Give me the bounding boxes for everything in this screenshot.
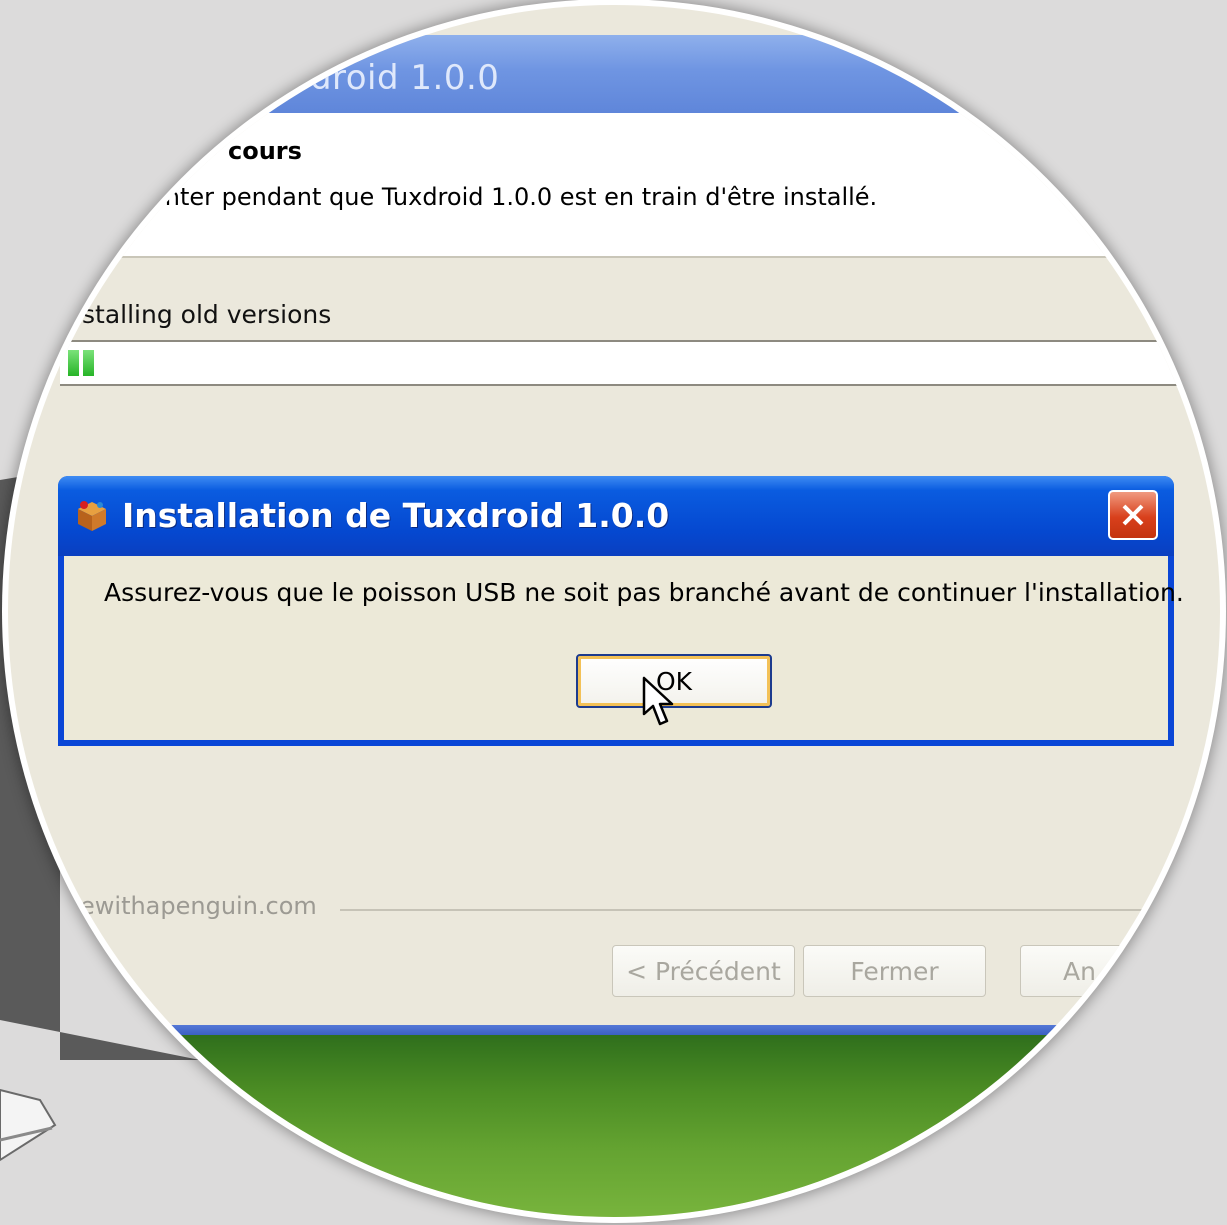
installer-titlebar xyxy=(8,35,1220,113)
close-installer-button[interactable]: Fermer xyxy=(803,945,986,997)
dialog-close-button[interactable] xyxy=(1108,490,1158,540)
dialog-body: Assurez-vous que le poisson USB ne soit … xyxy=(64,556,1184,740)
installer-title: ıdroid 1.0.0 xyxy=(300,58,500,98)
install-status-text: stalling old versions xyxy=(82,300,332,329)
magnifier-lens: ıdroid 1.0.0 cours enter pendant que Tux… xyxy=(8,5,1220,1217)
window-bottom-border xyxy=(8,1025,1220,1035)
mouse-pointer-icon xyxy=(642,676,674,726)
dialog-message: Assurez-vous que le poisson USB ne soit … xyxy=(104,578,1184,607)
desktop-wallpaper xyxy=(8,1035,1220,1217)
install-progress-fill xyxy=(68,350,94,376)
dialog-titlebar: Installation de Tuxdroid 1.0.0 xyxy=(58,476,1174,556)
brand-divider xyxy=(340,909,1200,911)
install-progress-bar xyxy=(60,340,1180,386)
cancel-button[interactable]: An xyxy=(1020,945,1203,997)
installer-header-title: cours xyxy=(228,137,302,165)
message-dialog: Installation de Tuxdroid 1.0.0 Assurez-v… xyxy=(58,476,1184,746)
close-x-icon xyxy=(1122,504,1144,526)
dialog-title: Installation de Tuxdroid 1.0.0 xyxy=(122,496,670,535)
back-button[interactable]: < Précédent xyxy=(612,945,795,997)
installer-package-icon xyxy=(78,501,106,531)
installer-header-subtitle: enter pendant que Tuxdroid 1.0.0 est en … xyxy=(150,183,878,211)
brand-label: ewithapenguin.com xyxy=(80,892,317,920)
